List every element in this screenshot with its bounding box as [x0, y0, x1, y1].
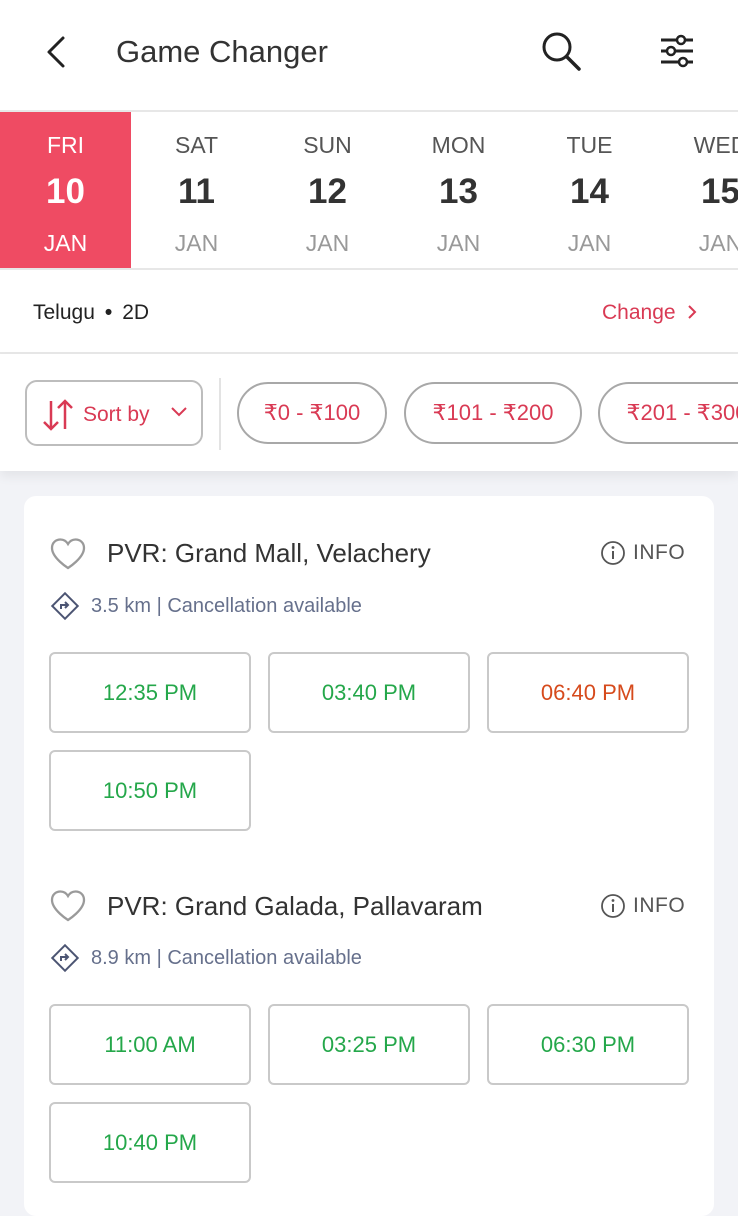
divider [219, 378, 221, 450]
date-item[interactable]: WED 15 JAN [655, 112, 738, 268]
date-month: JAN [436, 230, 481, 256]
back-button[interactable] [34, 30, 78, 74]
change-label: Change [602, 301, 676, 324]
cinema-name[interactable]: PVR: Grand Galada, Pallavaram [107, 891, 483, 922]
cinema-meta: 8.9 km | Cancellation available [49, 942, 362, 974]
date-item[interactable]: TUE 14 JAN [524, 112, 655, 268]
date-day: 13 [439, 172, 478, 211]
date-month: JAN [174, 230, 219, 256]
date-weekday: WED [693, 132, 738, 158]
showtime-button[interactable]: 06:30 PM [487, 1004, 689, 1085]
cinema-info-button[interactable]: INFO [600, 537, 685, 569]
info-label: INFO [633, 894, 686, 917]
showtime-button[interactable]: 10:40 PM [49, 1102, 251, 1183]
language-format: Telugu • 2D [33, 301, 149, 325]
distance-cancellation: 3.5 km | Cancellation available [91, 594, 362, 617]
date-weekday: SAT [174, 132, 219, 158]
heart-icon [50, 890, 86, 922]
date-day: 12 [308, 172, 347, 211]
showtime-button[interactable]: 03:40 PM [268, 652, 470, 733]
date-item[interactable]: SUN 12 JAN [262, 112, 393, 268]
favorite-button[interactable] [48, 886, 88, 926]
sort-by-label: Sort by [83, 403, 150, 426]
cinema-name[interactable]: PVR: Grand Mall, Velachery [107, 538, 431, 569]
back-arrow-icon [47, 36, 65, 68]
date-weekday: FRI [46, 132, 85, 158]
favorite-button[interactable] [48, 534, 88, 574]
date-item[interactable]: SAT 11 JAN [131, 112, 262, 268]
price-filter-chip[interactable]: ₹201 - ₹300 [598, 382, 738, 444]
date-weekday: SUN [303, 132, 352, 158]
date-selector: FRI 10 JAN SAT 11 JAN SUN 12 JAN MON 13 … [0, 110, 738, 270]
date-day: 15 [701, 172, 738, 211]
price-filter-chip[interactable]: ₹0 - ₹100 [237, 382, 387, 444]
filter-sliders-icon [661, 34, 693, 68]
directions-icon [50, 591, 80, 621]
chevron-right-icon [688, 305, 697, 319]
date-month: JAN [305, 230, 350, 256]
format-bar: Telugu • 2D Change [0, 270, 738, 354]
info-icon [601, 894, 625, 918]
page-title: Game Changer [116, 34, 328, 69]
sort-arrows-icon [43, 399, 73, 431]
language-label: Telugu [33, 301, 95, 324]
info-icon [601, 541, 625, 565]
chevron-down-icon [171, 407, 187, 417]
sort-by-button[interactable]: Sort by [25, 380, 203, 446]
sort-filter-bar: Sort by ₹0 - ₹100 ₹101 - ₹200 ₹201 - ₹30… [0, 354, 738, 471]
search-button[interactable] [538, 28, 584, 74]
date-month: JAN [567, 230, 612, 256]
price-filter-chip[interactable]: ₹101 - ₹200 [404, 382, 582, 444]
date-day: 10 [46, 172, 85, 211]
date-day: 11 [178, 172, 215, 211]
cinema-list: PVR: Grand Mall, Velachery INFO 3.5 km |… [24, 496, 714, 1216]
showtime-button-filling-fast[interactable]: 06:40 PM [487, 652, 689, 733]
showtime-button[interactable]: 12:35 PM [49, 652, 251, 733]
showtime-button[interactable]: 11:00 AM [49, 1004, 251, 1085]
date-item-selected[interactable]: FRI 10 JAN [0, 112, 131, 268]
search-icon [542, 32, 581, 71]
change-format-link[interactable]: Change [602, 301, 699, 325]
heart-icon [50, 538, 86, 570]
showtime-button[interactable]: 10:50 PM [49, 750, 251, 831]
cinema-meta: 3.5 km | Cancellation available [49, 590, 362, 622]
separator-dot: • [104, 301, 113, 324]
date-month: JAN [43, 230, 88, 256]
date-day: 14 [570, 172, 609, 211]
date-item[interactable]: MON 13 JAN [393, 112, 524, 268]
app-header: Game Changer [0, 0, 738, 110]
info-label: INFO [633, 541, 686, 564]
date-weekday: TUE [566, 132, 613, 158]
filter-button[interactable] [654, 28, 700, 74]
showtime-button[interactable]: 03:25 PM [268, 1004, 470, 1085]
date-weekday: MON [431, 132, 486, 158]
cinema-info-button[interactable]: INFO [600, 890, 685, 922]
distance-cancellation: 8.9 km | Cancellation available [91, 946, 362, 969]
date-month: JAN [698, 230, 738, 256]
dimension-label: 2D [122, 301, 150, 324]
directions-icon [50, 943, 80, 973]
